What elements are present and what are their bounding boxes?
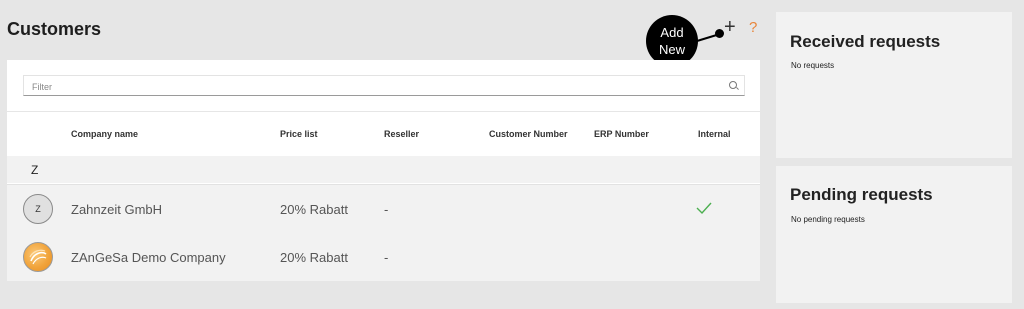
column-header-customer-number[interactable]: Customer Number (489, 129, 568, 139)
column-header-reseller[interactable]: Reseller (384, 129, 419, 139)
reseller: - (384, 250, 389, 265)
plus-icon[interactable]: + (724, 17, 736, 37)
price-list: 20% Rabatt (280, 250, 348, 265)
column-header-price-list[interactable]: Price list (280, 129, 318, 139)
company-name: Zahnzeit GmbH (71, 202, 163, 217)
company-logo-avatar (23, 242, 53, 272)
tooltip-pointer-dot (715, 29, 724, 38)
avatar: Z (23, 194, 53, 224)
table-row[interactable]: ZAnGeSa Demo Company 20% Rabatt - (7, 233, 760, 281)
column-header-company-name[interactable]: Company name (71, 129, 138, 139)
help-icon[interactable]: ? (749, 19, 757, 37)
search-icon[interactable] (729, 81, 737, 89)
received-requests-title: Received requests (790, 32, 941, 51)
logo-swirl-icon (29, 249, 47, 265)
divider (7, 111, 760, 112)
check-icon (696, 202, 712, 215)
customers-panel: Company name Price list Reseller Custome… (7, 60, 760, 281)
page-title: Customers (7, 19, 102, 39)
column-header-erp-number[interactable]: ERP Number (594, 129, 649, 139)
filter-input[interactable] (30, 77, 714, 96)
group-letter: Z (31, 163, 39, 177)
filter-field[interactable] (23, 75, 745, 96)
pending-requests-empty: No pending requests (791, 215, 865, 224)
reseller: - (384, 202, 389, 217)
column-header-internal[interactable]: Internal (698, 129, 731, 139)
add-new-label: Add New (658, 25, 685, 57)
received-requests-empty: No requests (791, 61, 835, 70)
company-name: ZAnGeSa Demo Company (71, 250, 226, 265)
price-list: 20% Rabatt (280, 202, 348, 217)
group-header: Z (7, 156, 760, 183)
pending-requests-panel: Pending requests No pending requests (776, 166, 1012, 303)
table-row[interactable]: Z Zahnzeit GmbH 20% Rabatt - (7, 184, 760, 233)
pending-requests-title: Pending requests (790, 185, 933, 204)
received-requests-panel: Received requests No requests (776, 12, 1012, 158)
